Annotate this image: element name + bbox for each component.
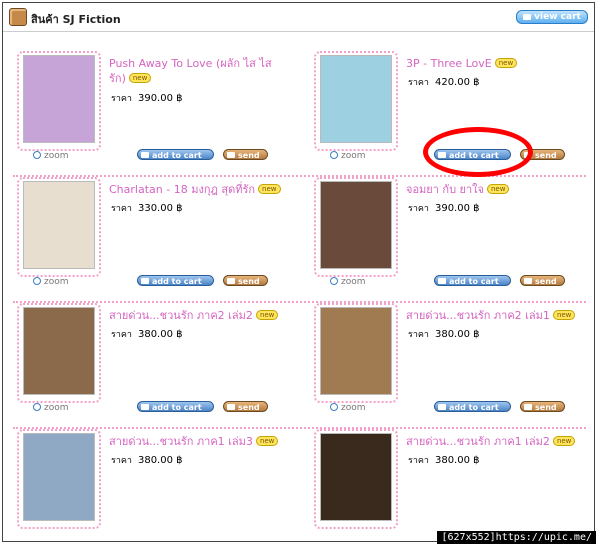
product-title[interactable]: สายด่วน...ชวนรัก ภาค2 เล่ม2 new [109,308,285,323]
new-badge: new [494,58,518,68]
price-label: ราคา [408,78,429,88]
panel-title: สินค้า SJ Fiction [31,13,121,26]
product-title-text: จอมยา กับ ยาใจ [406,183,484,196]
price-label: ราคา [408,330,429,340]
price-value: 390.00 ฿ [434,203,480,214]
new-badge: new [255,310,279,320]
envelope-icon [524,404,532,410]
price-label: ราคา [111,456,132,466]
magnifier-icon [33,277,41,285]
new-badge: new [552,310,576,320]
price-label: ราคา [408,204,429,214]
price-value: 420.00 ฿ [434,77,480,88]
price-label: ราคา [111,330,132,340]
envelope-icon [227,404,235,410]
product-image[interactable] [23,55,95,143]
product-title[interactable]: สายด่วน...ชวนรัก ภาค2 เล่ม1 new [406,308,582,323]
price-value: 390.00 ฿ [137,93,183,104]
magnifier-icon [330,277,338,285]
new-badge: new [552,436,576,446]
magnifier-icon [330,151,338,159]
cart-icon [141,278,149,284]
product-card: zoom Push Away To Love (ผลัก ไส ไส รัก) n… [3,33,294,161]
price-row: ราคา 390.00 ฿ [111,91,183,105]
product-image[interactable] [320,433,392,521]
product-title[interactable]: 3P - Three LovE new [406,56,582,71]
price-row: ราคา 380.00 ฿ [408,453,480,467]
price-row: ราคา 390.00 ฿ [408,201,480,215]
annotation-circle [423,127,533,177]
product-card: สายด่วน...ชวนรัก ภาค1 เล่ม2 new ราคา 380.0… [300,411,591,537]
view-cart-label: view cart [534,12,581,22]
envelope-icon [524,278,532,284]
cart-icon [523,13,532,20]
product-title[interactable]: สายด่วน...ชวนรัก ภาค1 เล่ม3 new [109,434,285,449]
panel-header: สินค้า SJ Fiction view cart [3,3,594,32]
price-row: ราคา 380.00 ฿ [111,453,183,467]
magnifier-icon [33,403,41,411]
price-label: ราคา [111,94,132,104]
product-title-text: 3P - Three LovE [406,57,492,70]
cart-icon [141,152,149,158]
new-badge: new [258,184,281,194]
image-host-tag: [627x552]https://upic.me/ [437,531,596,544]
product-title-text: สายด่วน...ชวนรัก ภาค1 เล่ม3 [109,435,253,448]
product-title[interactable]: Charlatan - 18 มงกุฎ สุดที่รัก new [109,182,285,197]
product-card: zoom Charlatan - 18 มงกุฎ สุดที่รัก new ร… [3,159,294,287]
product-image[interactable] [23,433,95,521]
price-value: 380.00 ฿ [434,455,480,466]
product-title-text: สายด่วน...ชวนรัก ภาค2 เล่ม2 [109,309,253,322]
price-label: ราคา [408,456,429,466]
product-card: zoom จอมยา กับ ยาใจ new ราคา 390.00 ฿ add … [300,159,591,287]
product-title[interactable]: สายด่วน...ชวนรัก ภาค1 เล่ม2 new [406,434,582,449]
product-title-text: สายด่วน...ชวนรัก ภาค1 เล่ม2 [406,435,550,448]
product-card: zoom สายด่วน...ชวนรัก ภาค2 เล่ม2 new ราคา… [3,285,294,413]
price-row: ราคา 380.00 ฿ [408,327,480,341]
new-badge: new [487,184,510,194]
new-badge: new [128,73,152,83]
envelope-icon [227,152,235,158]
product-card: สายด่วน...ชวนรัก ภาค1 เล่ม3 new ราคา 380.0… [3,411,294,537]
price-value: 380.00 ฿ [434,329,480,340]
product-image[interactable] [23,181,95,269]
price-value: 380.00 ฿ [137,455,183,466]
new-badge: new [255,436,279,446]
product-card: zoom สายด่วน...ชวนรัก ภาค2 เล่ม1 new ราคา… [300,285,591,413]
product-title[interactable]: Push Away To Love (ผลัก ไส ไส รัก) new [109,56,285,86]
magnifier-icon [330,403,338,411]
price-row: ราคา 420.00 ฿ [408,75,480,89]
product-title[interactable]: จอมยา กับ ยาใจ new [406,182,582,197]
cart-icon [438,278,446,284]
price-value: 380.00 ฿ [137,329,183,340]
envelope-icon [227,278,235,284]
magnifier-icon [33,151,41,159]
product-panel: สินค้า SJ Fiction view cart zoom Push Aw… [2,2,595,542]
box-icon [9,8,27,26]
product-title-text: Charlatan - 18 มงกุฎ สุดที่รัก [109,183,256,196]
product-image[interactable] [23,307,95,395]
product-title-text: สายด่วน...ชวนรัก ภาค2 เล่ม1 [406,309,550,322]
price-row: ราคา 380.00 ฿ [111,327,183,341]
price-label: ราคา [111,204,132,214]
product-image[interactable] [320,181,392,269]
cart-icon [141,404,149,410]
cart-icon [438,404,446,410]
product-image[interactable] [320,307,392,395]
price-value: 330.00 ฿ [137,203,183,214]
product-image[interactable] [320,55,392,143]
view-cart-button[interactable]: view cart [516,10,588,24]
price-row: ราคา 330.00 ฿ [111,201,183,215]
